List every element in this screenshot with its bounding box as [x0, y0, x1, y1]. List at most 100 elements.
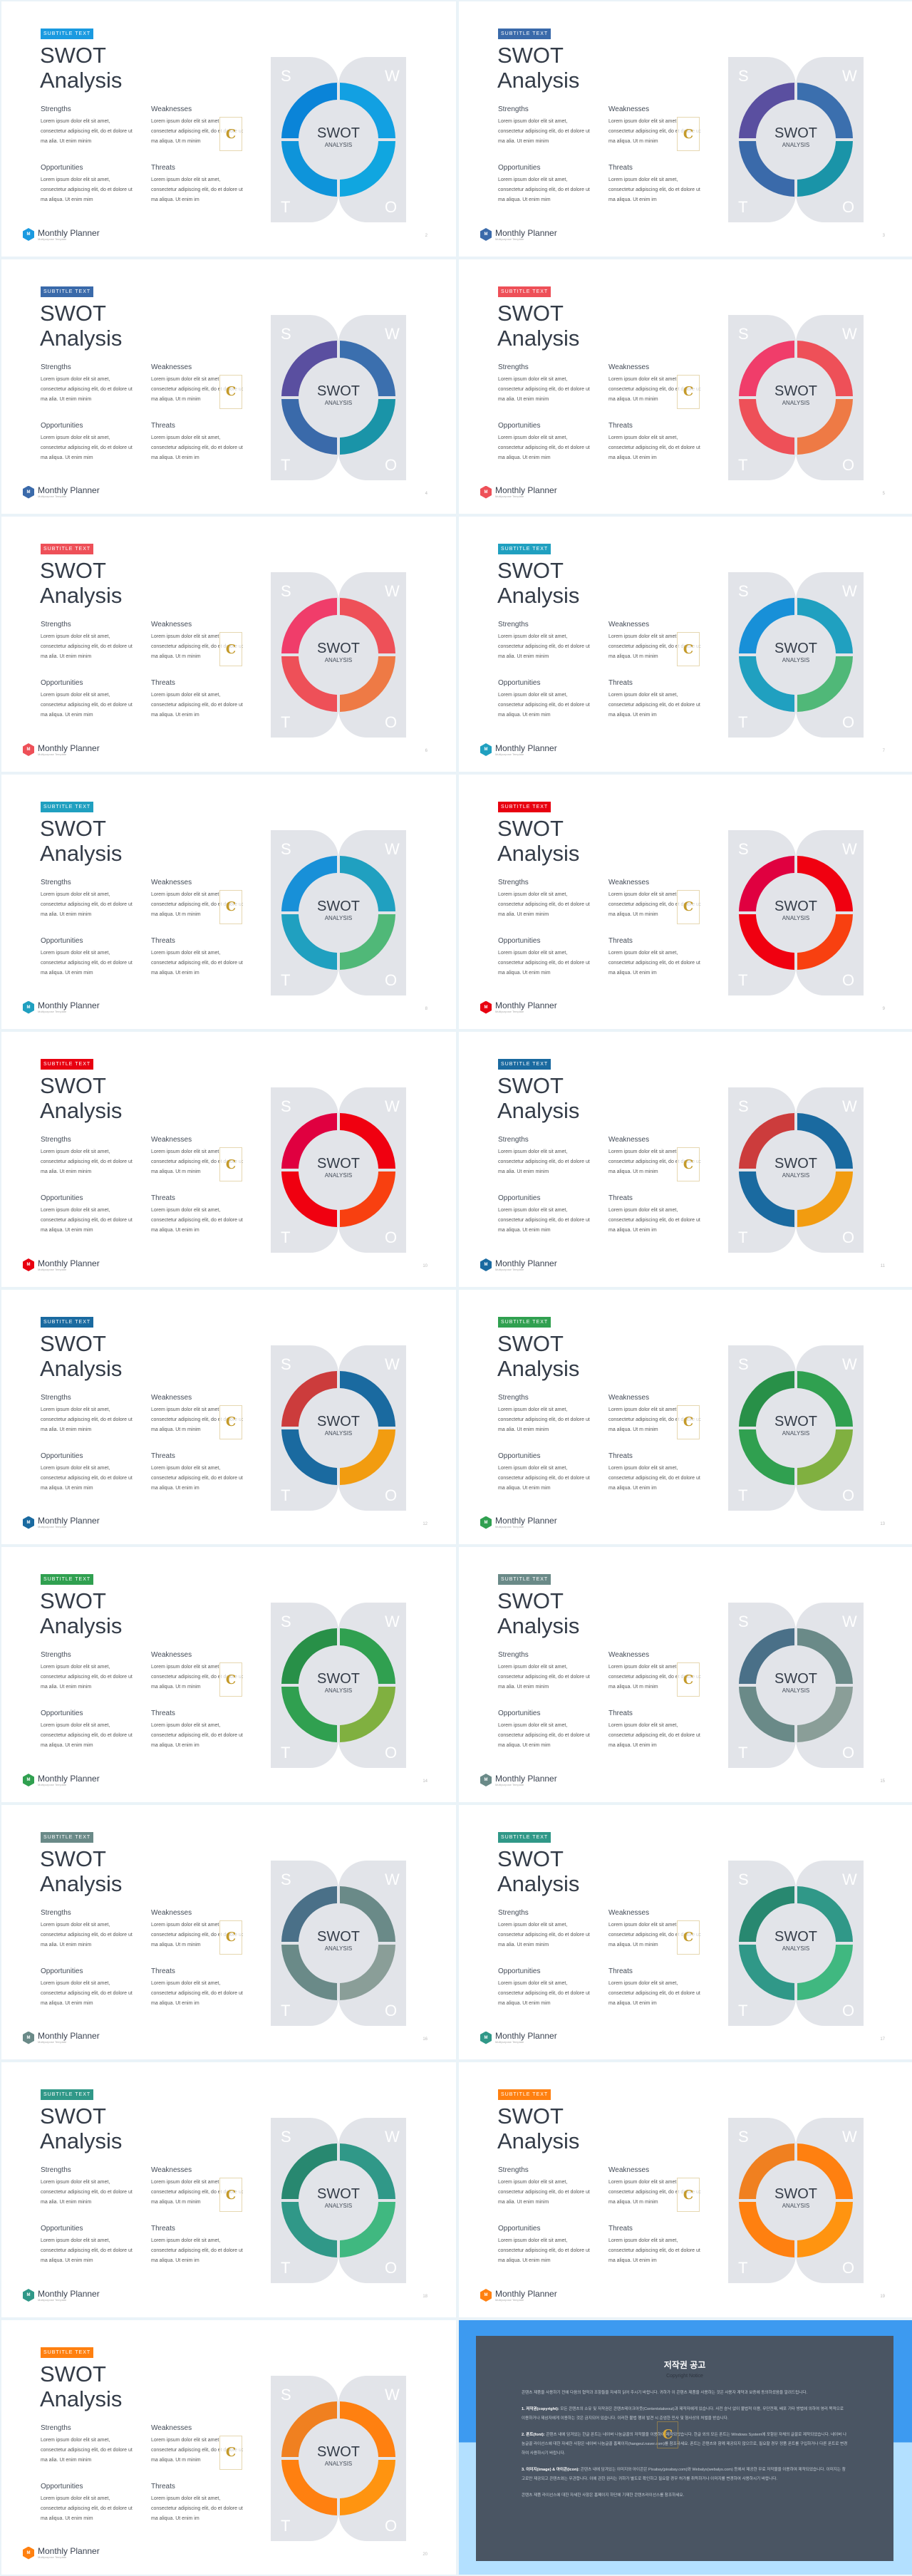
weaknesses-heading: Weaknesses	[608, 363, 650, 371]
weaknesses-heading: Weaknesses	[608, 1136, 650, 1144]
diagram-center-title: SWOT	[317, 125, 360, 141]
strengths-heading: Strengths	[498, 2166, 529, 2174]
title-line-1: SWOT	[497, 1330, 564, 1356]
title-line-2: Analysis	[40, 1613, 123, 1638]
opportunities-block: Opportunities Lorem ipsum dolor elit sit…	[41, 937, 133, 978]
strengths-heading: Strengths	[41, 1393, 71, 1402]
page-number: 9	[882, 1006, 885, 1011]
weaknesses-heading: Weaknesses	[151, 2424, 192, 2432]
title-line-2: Analysis	[497, 1355, 580, 1381]
strengths-heading: Strengths	[498, 105, 529, 113]
page-number: 14	[423, 1779, 428, 1784]
swot-diagram: S W T O SWOT ANALYSIS	[728, 2118, 864, 2283]
strengths-text: Lorem ipsum dolor elit sit amet, consect…	[498, 891, 590, 917]
threats-text: Lorem ipsum dolor elit sit amet, consect…	[151, 950, 243, 976]
swot-slide-10[interactable]: SUBTITLE TEXT SWOT Analysis Strengths Lo…	[1, 1032, 456, 1287]
swot-diagram-svg: S W T O SWOT ANALYSIS	[728, 829, 864, 995]
swot-slide-15[interactable]: SUBTITLE TEXT SWOT Analysis Strengths Lo…	[459, 1547, 912, 1802]
swot-slide-3[interactable]: SUBTITLE TEXT SWOT Analysis Strengths Lo…	[459, 1, 912, 257]
swot-slide-8[interactable]: SUBTITLE TEXT SWOT Analysis Strengths Lo…	[1, 774, 456, 1029]
subtitle-tag: SUBTITLE TEXT	[41, 1574, 94, 1585]
petal-letter-w: W	[842, 582, 857, 600]
opportunities-text: Lorem ipsum dolor elit sit amet, consect…	[41, 950, 133, 976]
slide-title: SWOT Analysis	[40, 816, 122, 866]
swot-slide-12[interactable]: SUBTITLE TEXT SWOT Analysis Strengths Lo…	[1, 1289, 456, 1544]
petal-letter-w: W	[842, 1871, 857, 1888]
brand-logo-icon: M	[480, 1774, 492, 1786]
swot-diagram: S W T O SWOT ANALYSIS	[271, 572, 406, 738]
petal-letter-s: S	[738, 1613, 749, 1630]
petal-letter-o: O	[385, 1744, 397, 1762]
swot-slide-20[interactable]: SUBTITLE TEXT SWOT Analysis Strengths Lo…	[1, 2319, 456, 2575]
weaknesses-heading: Weaknesses	[608, 878, 650, 886]
swot-slide-19[interactable]: SUBTITLE TEXT SWOT Analysis Strengths Lo…	[459, 2062, 912, 2317]
brand-name: Monthly Planner	[495, 743, 557, 753]
opportunities-heading: Opportunities	[41, 679, 83, 687]
swot-slide-17[interactable]: SUBTITLE TEXT SWOT Analysis Strengths Lo…	[459, 1804, 912, 2059]
diagram-center-title: SWOT	[774, 2186, 817, 2202]
footer-brand: M Monthly Planner Multipurpose Template	[480, 743, 557, 756]
footer-brand: M Monthly Planner Multipurpose Template	[23, 228, 100, 241]
petal-letter-t: T	[738, 2259, 747, 2277]
threats-text: Lorem ipsum dolor elit sit amet, consect…	[151, 435, 243, 460]
footer-brand: M Monthly Planner Multipurpose Template	[480, 1258, 557, 1271]
threats-heading: Threats	[151, 1452, 175, 1460]
title-line-2: Analysis	[497, 1098, 580, 1123]
diagram-center-sub: ANALYSIS	[782, 657, 810, 663]
diagram-center-sub: ANALYSIS	[325, 657, 353, 663]
petal-letter-o: O	[385, 713, 397, 731]
swot-diagram: S W T O SWOT ANALYSIS	[728, 829, 864, 995]
swot-slide-7[interactable]: SUBTITLE TEXT SWOT Analysis Strengths Lo…	[459, 517, 912, 772]
slide-title: SWOT Analysis	[497, 1846, 579, 1896]
notice-item-text: 모든 콘텐츠의 소유 및 저작권은 콘텐츠테이크아웃(Contentstakeo…	[522, 2406, 844, 2421]
opportunities-text: Lorem ipsum dolor elit sit amet, consect…	[41, 177, 133, 202]
brand-name: Monthly Planner	[38, 1773, 100, 1784]
swot-diagram: S W T O SWOT ANALYSIS	[728, 314, 864, 480]
swot-diagram-svg: S W T O SWOT ANALYSIS	[271, 2375, 406, 2541]
opportunities-block: Opportunities Lorem ipsum dolor elit sit…	[498, 1194, 591, 1236]
threats-heading: Threats	[608, 936, 633, 945]
weaknesses-heading: Weaknesses	[608, 621, 650, 629]
brand-logo-icon: M	[23, 228, 34, 241]
brand-name: Monthly Planner	[495, 2288, 557, 2299]
swot-slide-4[interactable]: SUBTITLE TEXT SWOT Analysis Strengths Lo…	[1, 259, 456, 514]
title-line-1: SWOT	[40, 558, 106, 583]
petal-letter-o: O	[842, 198, 854, 216]
swot-diagram-svg: S W T O SWOT ANALYSIS	[728, 572, 864, 738]
swot-slide-16[interactable]: SUBTITLE TEXT SWOT Analysis Strengths Lo…	[1, 1804, 456, 2059]
swot-slide-18[interactable]: SUBTITLE TEXT SWOT Analysis Strengths Lo…	[1, 2062, 456, 2317]
swot-slide-5[interactable]: SUBTITLE TEXT SWOT Analysis Strengths Lo…	[459, 259, 912, 514]
subtitle-tag: SUBTITLE TEXT	[41, 1059, 94, 1070]
threats-text: Lorem ipsum dolor elit sit amet, consect…	[151, 177, 243, 202]
page-number: 3	[882, 234, 885, 238]
title-line-1: SWOT	[40, 2361, 106, 2386]
title-line-1: SWOT	[497, 815, 564, 841]
swot-slide-11[interactable]: SUBTITLE TEXT SWOT Analysis Strengths Lo…	[459, 1032, 912, 1287]
swot-slide-9[interactable]: SUBTITLE TEXT SWOT Analysis Strengths Lo…	[459, 774, 912, 1029]
swot-diagram: S W T O SWOT ANALYSIS	[728, 57, 864, 222]
notice-body: 콘텐츠 제품을 사용하기 전에 다음의 협약과 조항들을 자세히 읽어 주시기 …	[476, 2379, 893, 2500]
watermark-logo-icon: C	[677, 1920, 700, 1955]
threats-text: Lorem ipsum dolor elit sit amet, consect…	[608, 2238, 700, 2263]
title-line-2: Analysis	[40, 2386, 123, 2411]
opportunities-block: Opportunities Lorem ipsum dolor elit sit…	[498, 2225, 591, 2266]
petal-letter-w: W	[385, 67, 400, 85]
swot-slide-2[interactable]: SUBTITLE TEXT SWOT Analysis Strengths Lo…	[1, 1, 456, 257]
opportunities-heading: Opportunities	[41, 1967, 83, 1975]
watermark-logo-icon: C	[219, 2178, 242, 2212]
slide-title: SWOT Analysis	[40, 1073, 122, 1123]
strengths-block: Strengths Lorem ipsum dolor elit sit ame…	[498, 1651, 591, 1692]
slide-title: SWOT Analysis	[497, 1073, 579, 1123]
petal-letter-o: O	[842, 2002, 854, 2019]
strengths-heading: Strengths	[498, 1651, 529, 1659]
watermark-logo-icon: C	[219, 1405, 242, 1439]
diagram-center-sub: ANALYSIS	[325, 400, 353, 406]
diagram-center-title: SWOT	[774, 125, 817, 141]
swot-slide-13[interactable]: SUBTITLE TEXT SWOT Analysis Strengths Lo…	[459, 1289, 912, 1544]
copyright-notice-slide[interactable]: 저작권 공고 Copyright Notice 콘텐츠 제품을 사용하기 전에 …	[459, 2319, 912, 2575]
threats-heading: Threats	[608, 421, 633, 430]
petal-letter-t: T	[281, 713, 290, 731]
swot-slide-6[interactable]: SUBTITLE TEXT SWOT Analysis Strengths Lo…	[1, 517, 456, 772]
petal-letter-o: O	[385, 2259, 397, 2277]
swot-slide-14[interactable]: SUBTITLE TEXT SWOT Analysis Strengths Lo…	[1, 1547, 456, 1802]
